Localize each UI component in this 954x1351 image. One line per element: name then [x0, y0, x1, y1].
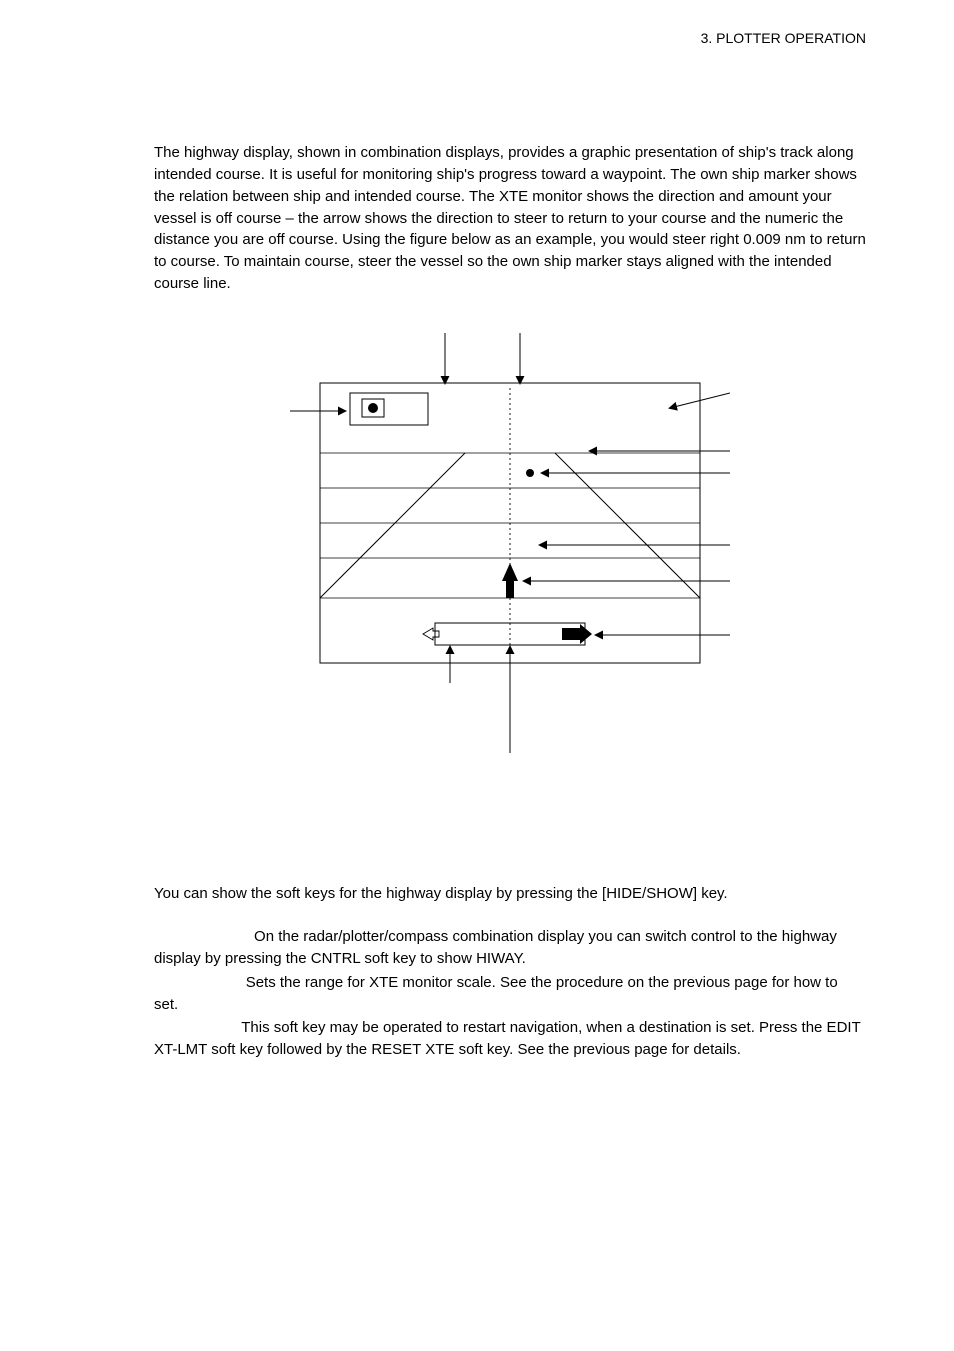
softkey-item: This soft key may be operated to restart… [154, 1017, 866, 1061]
section-header: 3. PLOTTER OPERATION [154, 28, 866, 48]
softkeys-intro: You can show the soft keys for the highw… [154, 883, 866, 905]
softkey-item: On the radar/plotter/compass combination… [154, 926, 866, 970]
intro-paragraph: The highway display, shown in combinatio… [154, 142, 866, 294]
highway-display-figure [290, 323, 730, 763]
softkey-item: Sets the range for XTE monitor scale. Se… [154, 972, 866, 1016]
